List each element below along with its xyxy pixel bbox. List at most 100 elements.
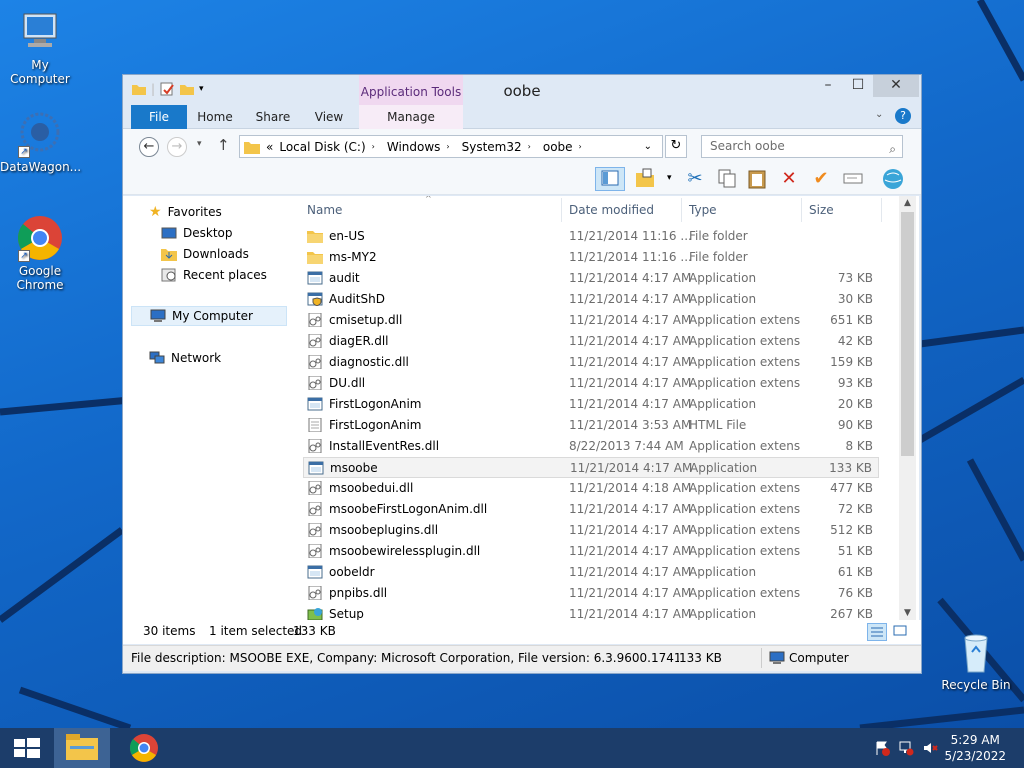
up-button[interactable]: ↑: [217, 136, 230, 154]
details-view-icon[interactable]: [867, 623, 887, 641]
select-dropdown-icon[interactable]: ▾: [667, 173, 672, 183]
file-row[interactable]: diagnostic.dll 11/21/2014 4:17 AM Applicat…: [303, 352, 879, 373]
breadcrumb-item[interactable]: System32: [462, 140, 522, 154]
file-row[interactable]: AuditShD 11/21/2014 4:17 AM Application 30 …: [303, 289, 879, 310]
file-row[interactable]: FirstLogonAnim 11/21/2014 3:53 AM HTML Fil…: [303, 415, 879, 436]
close-button[interactable]: ✕: [873, 75, 919, 97]
file-type: Application: [690, 461, 758, 475]
breadcrumb-item[interactable]: Windows: [387, 140, 441, 154]
file-date: 11/21/2014 4:17 AM: [569, 271, 692, 285]
file-row[interactable]: audit 11/21/2014 4:17 AM Application 73 KB: [303, 268, 879, 289]
file-name: audit: [329, 271, 360, 285]
column-divider[interactable]: [881, 198, 882, 222]
tab-manage[interactable]: Manage: [359, 105, 463, 129]
delete-icon[interactable]: ✕: [777, 167, 801, 191]
address-bar[interactable]: « Local Disk (C:) › Windows › System32 › oo…: [239, 135, 663, 158]
globe-icon[interactable]: [881, 167, 905, 191]
copy-icon[interactable]: [715, 167, 739, 191]
column-divider[interactable]: [561, 198, 562, 222]
breadcrumb-item[interactable]: oobe: [543, 140, 573, 154]
tab-home[interactable]: Home: [195, 105, 235, 129]
file-row[interactable]: msoobewirelessplugin.dll 11/21/2014 4:17 …: [303, 541, 879, 562]
nav-network[interactable]: Network: [149, 348, 221, 368]
computer-icon: [16, 8, 64, 56]
nav-recent-places[interactable]: Recent places: [161, 265, 267, 285]
address-dropdown-icon[interactable]: ⌄: [644, 141, 652, 152]
file-row[interactable]: msoobedui.dll 11/21/2014 4:18 AM Applicati…: [303, 478, 879, 499]
desktop-icon-datawagon[interactable]: ↗ DataWagon...: [0, 110, 81, 174]
maximize-button[interactable]: ☐: [843, 75, 873, 97]
column-divider[interactable]: [801, 198, 802, 222]
nav-label: Favorites: [167, 205, 222, 219]
network-tray-icon[interactable]: [898, 740, 914, 756]
explorer-window: | ▾ Application Tools oobe – ☐ ✕ File Ho…: [122, 74, 922, 674]
desktop-icon-chrome[interactable]: ↗ Google Chrome: [0, 214, 80, 292]
scroll-up-icon[interactable]: ▲: [899, 196, 916, 210]
nav-favorites[interactable]: ★ Favorites: [149, 202, 222, 222]
file-date: 11/21/2014 4:17 AM: [569, 313, 692, 327]
address-row: ← → ▾ ↑ « Local Disk (C:) › Windows › Syst…: [123, 129, 921, 163]
tab-view[interactable]: View: [311, 105, 347, 129]
back-button[interactable]: ←: [139, 137, 159, 157]
refresh-button[interactable]: ↻: [665, 135, 687, 158]
column-header-size[interactable]: Size: [809, 196, 834, 224]
dll-file-icon: [307, 375, 323, 391]
file-row[interactable]: InstallEventRes.dll 8/22/2013 7:44 AM Appl…: [303, 436, 879, 457]
cut-icon[interactable]: ✂: [683, 167, 707, 191]
scroll-thumb[interactable]: [901, 212, 914, 456]
file-size: 72 KB: [837, 502, 873, 516]
address-prefix: «: [266, 139, 274, 154]
column-divider[interactable]: [681, 198, 682, 222]
search-input[interactable]: Search oobe ⌕: [701, 135, 903, 158]
title-bar: | ▾ Application Tools oobe – ☐ ✕: [123, 75, 921, 105]
tab-share[interactable]: Share: [251, 105, 295, 129]
file-row[interactable]: cmisetup.dll 11/21/2014 4:17 AM Applicatio…: [303, 310, 879, 331]
select-icon[interactable]: [633, 167, 657, 191]
navigation-pane: ★ Favorites Desktop Downloads Recent pla…: [123, 196, 299, 641]
file-row[interactable]: diagER.dll 11/21/2014 4:17 AM Application …: [303, 331, 879, 352]
rename-icon[interactable]: [841, 167, 865, 191]
action-center-icon[interactable]: [874, 740, 890, 756]
forward-button[interactable]: →: [167, 137, 187, 157]
file-row[interactable]: msoobe 11/21/2014 4:17 AM Application 133 K…: [303, 457, 879, 478]
column-header-date[interactable]: Date modified: [569, 196, 654, 224]
dll-file-icon: [307, 333, 323, 349]
volume-muted-icon[interactable]: [922, 740, 938, 756]
file-row[interactable]: pnpibs.dll 11/21/2014 4:17 AM Application …: [303, 583, 879, 604]
nav-desktop[interactable]: Desktop: [161, 223, 233, 243]
clock[interactable]: 5:29 AM 5/23/2022: [944, 732, 1006, 764]
recent-locations-icon[interactable]: ▾: [197, 139, 202, 149]
file-date: 11/21/2014 3:53 AM: [569, 418, 692, 432]
file-row[interactable]: msoobeFirstLogonAnim.dll 11/21/2014 4:17 …: [303, 499, 879, 520]
file-row[interactable]: oobeldr 11/21/2014 4:17 AM Application 61 K…: [303, 562, 879, 583]
expand-ribbon-icon[interactable]: ⌄: [875, 109, 883, 120]
checkmark-icon[interactable]: ✔: [809, 167, 833, 191]
file-size: 90 KB: [837, 418, 873, 432]
tab-file[interactable]: File: [131, 105, 187, 129]
file-type: Application extens...: [689, 376, 801, 390]
preview-pane-icon[interactable]: [595, 167, 625, 191]
taskbar-chrome[interactable]: [116, 728, 172, 768]
vertical-scrollbar[interactable]: ▲ ▼: [899, 196, 916, 620]
file-row[interactable]: FirstLogonAnim 11/21/2014 4:17 AM Applicat…: [303, 394, 879, 415]
desktop-icon-my-computer[interactable]: My Computer: [0, 8, 80, 86]
file-row[interactable]: ms-MY2 11/21/2014 11:16 ... File folder: [303, 247, 879, 268]
scroll-down-icon[interactable]: ▼: [899, 606, 916, 620]
column-header-name[interactable]: Name: [307, 196, 342, 224]
start-button[interactable]: [0, 728, 56, 768]
file-explorer-icon: [66, 734, 98, 760]
help-icon[interactable]: ?: [895, 108, 911, 124]
file-row[interactable]: DU.dll 11/21/2014 4:17 AM Application exte…: [303, 373, 879, 394]
column-header-type[interactable]: Type: [689, 196, 717, 224]
taskbar-file-explorer[interactable]: [54, 728, 110, 768]
file-row[interactable]: msoobeplugins.dll 11/21/2014 4:17 AM Appli…: [303, 520, 879, 541]
nav-my-computer[interactable]: My Computer: [131, 306, 287, 326]
large-icons-view-icon[interactable]: [891, 623, 911, 641]
desktop-icon-recycle-bin[interactable]: Recycle Bin: [936, 628, 1016, 692]
nav-downloads[interactable]: Downloads: [161, 244, 249, 264]
breadcrumb-item[interactable]: Local Disk (C:): [279, 140, 365, 154]
file-name: ms-MY2: [329, 250, 377, 264]
minimize-button[interactable]: –: [813, 75, 843, 97]
paste-icon[interactable]: [745, 167, 769, 191]
file-row[interactable]: en-US 11/21/2014 11:16 ... File folder: [303, 226, 879, 247]
